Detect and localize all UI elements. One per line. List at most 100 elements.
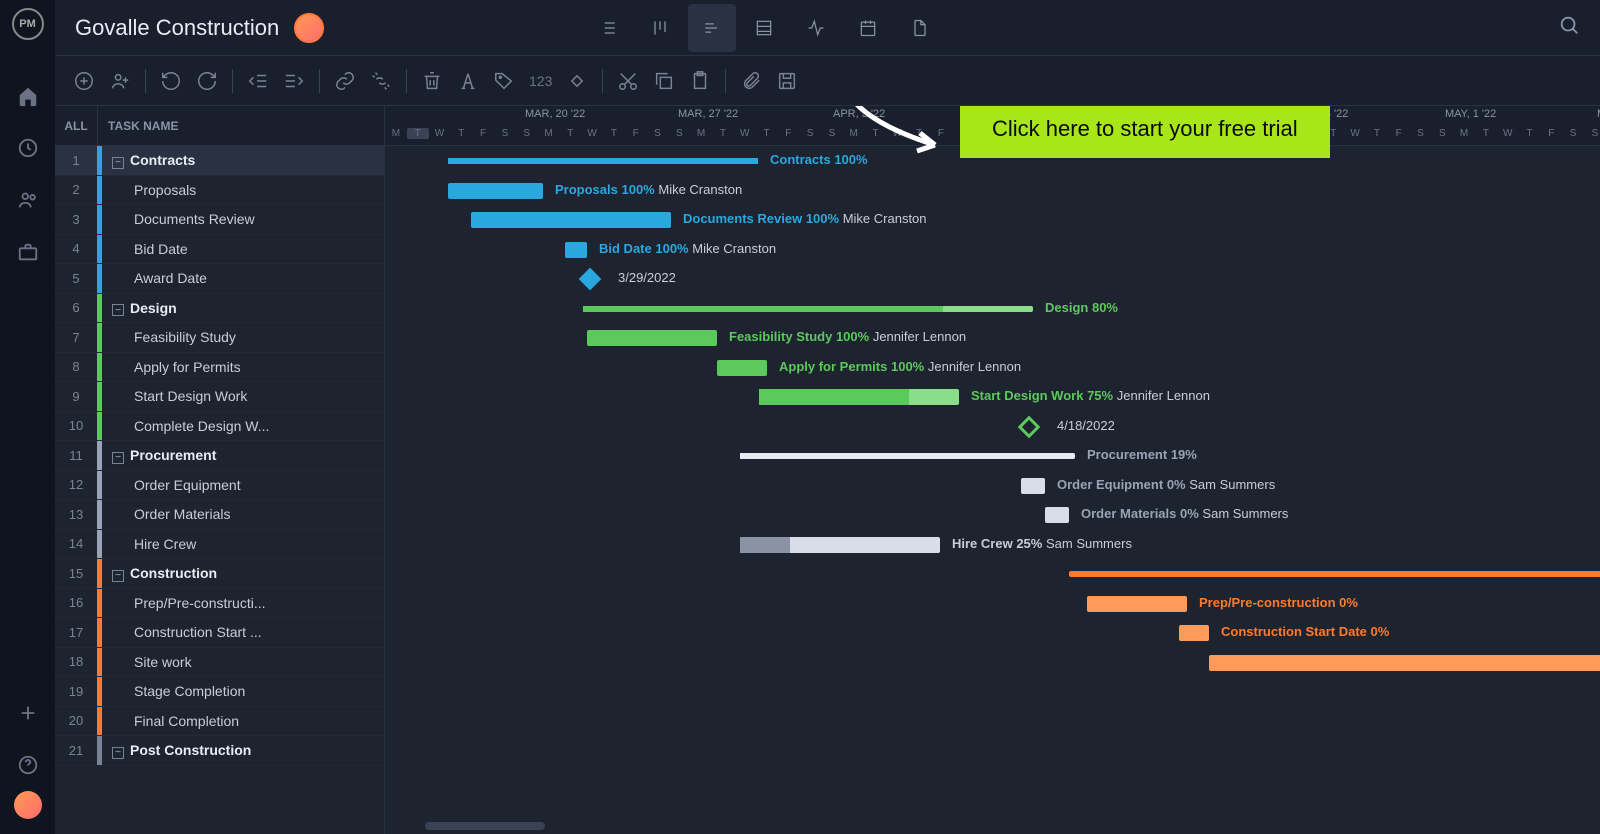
indent-icon[interactable] — [283, 70, 305, 92]
view-gantt[interactable] — [688, 4, 736, 52]
task-row[interactable]: 15 −Construction — [55, 559, 384, 589]
gantt-bar[interactable] — [1087, 596, 1187, 612]
unlink-icon[interactable] — [370, 70, 392, 92]
gantt-bar[interactable] — [759, 389, 959, 405]
paste-icon[interactable] — [689, 70, 711, 92]
column-all[interactable]: ALL — [55, 119, 97, 133]
gantt-bar[interactable] — [448, 183, 543, 199]
task-name: Prep/Pre-constructi... — [102, 595, 384, 611]
gantt-row — [385, 559, 1600, 589]
cta-banner[interactable]: Click here to start your free trial — [960, 106, 1330, 158]
app-logo[interactable]: PM — [12, 8, 44, 40]
horizontal-scrollbar[interactable] — [385, 822, 1600, 832]
attach-icon[interactable] — [740, 70, 762, 92]
gantt-row: Design 80% — [385, 294, 1600, 324]
gantt-bar[interactable] — [587, 330, 717, 346]
collapse-icon[interactable]: − — [112, 452, 124, 464]
plus-icon[interactable] — [17, 702, 39, 724]
gantt-bar[interactable] — [471, 212, 671, 228]
delete-icon[interactable] — [421, 70, 443, 92]
task-row[interactable]: 4 Bid Date — [55, 235, 384, 265]
view-sheet[interactable] — [740, 4, 788, 52]
gantt-bar-label: Bid Date 100% Mike Cranston — [599, 241, 776, 256]
gantt-bar[interactable] — [1021, 478, 1045, 494]
gantt-bar[interactable] — [740, 537, 940, 553]
row-number: 13 — [55, 507, 97, 522]
view-board[interactable] — [636, 4, 684, 52]
timeline-day: T — [908, 128, 930, 139]
view-activity[interactable] — [792, 4, 840, 52]
tag-icon[interactable] — [493, 70, 515, 92]
task-row[interactable]: 19 Stage Completion — [55, 677, 384, 707]
clock-icon[interactable] — [17, 137, 39, 159]
column-task-name[interactable]: TASK NAME — [97, 106, 178, 145]
milestone-icon[interactable] — [1018, 415, 1041, 438]
task-name: −Design — [102, 300, 384, 317]
task-row[interactable]: 11 −Procurement — [55, 441, 384, 471]
collapse-icon[interactable]: − — [112, 157, 124, 169]
gantt-bar[interactable] — [565, 242, 587, 258]
gantt-bar[interactable] — [1209, 655, 1600, 671]
number-format[interactable]: 123 — [529, 73, 552, 89]
task-row[interactable]: 13 Order Materials — [55, 500, 384, 530]
gantt-bar[interactable] — [583, 306, 1033, 312]
view-calendar[interactable] — [844, 4, 892, 52]
gantt-bar[interactable] — [740, 453, 1075, 459]
add-icon[interactable] — [73, 70, 95, 92]
view-list[interactable] — [584, 4, 632, 52]
copy-icon[interactable] — [653, 70, 675, 92]
help-icon[interactable] — [17, 754, 39, 776]
task-row[interactable]: 6 −Design — [55, 294, 384, 324]
task-row[interactable]: 17 Construction Start ... — [55, 618, 384, 648]
task-row[interactable]: 7 Feasibility Study — [55, 323, 384, 353]
save-icon[interactable] — [776, 70, 798, 92]
task-row[interactable]: 9 Start Design Work — [55, 382, 384, 412]
task-row[interactable]: 21 −Post Construction — [55, 736, 384, 766]
briefcase-icon[interactable] — [17, 241, 39, 263]
milestone-label: 4/18/2022 — [1057, 418, 1115, 433]
cut-icon[interactable] — [617, 70, 639, 92]
task-row[interactable]: 14 Hire Crew — [55, 530, 384, 560]
task-row[interactable]: 20 Final Completion — [55, 707, 384, 737]
milestone-icon[interactable] — [566, 70, 588, 92]
gantt-bar[interactable] — [1069, 571, 1600, 577]
collapse-icon[interactable]: − — [112, 304, 124, 316]
project-owner-avatar[interactable] — [294, 13, 324, 43]
task-row[interactable]: 8 Apply for Permits — [55, 353, 384, 383]
collapse-icon[interactable]: − — [112, 570, 124, 582]
undo-icon[interactable] — [160, 70, 182, 92]
gantt-bar[interactable] — [717, 360, 767, 376]
row-number: 5 — [55, 271, 97, 286]
home-icon[interactable] — [17, 85, 39, 107]
gantt-row: Construction Start Date 0% — [385, 618, 1600, 648]
text-icon[interactable] — [457, 70, 479, 92]
gantt-bar[interactable] — [1179, 625, 1209, 641]
people-icon[interactable] — [17, 189, 39, 211]
gantt-bar-label: Design 80% — [1045, 300, 1118, 315]
gantt-bar[interactable] — [1045, 507, 1069, 523]
search-button[interactable] — [1558, 14, 1580, 41]
link-icon[interactable] — [334, 70, 356, 92]
task-row[interactable]: 1 −Contracts — [55, 146, 384, 176]
task-name: Award Date — [102, 270, 384, 286]
task-row[interactable]: 12 Order Equipment — [55, 471, 384, 501]
task-name: Complete Design W... — [102, 418, 384, 434]
assign-icon[interactable] — [109, 70, 131, 92]
gantt-row — [385, 648, 1600, 678]
user-avatar[interactable] — [14, 791, 42, 819]
timeline-month: MAY, 1 '22 — [1445, 108, 1496, 120]
task-row[interactable]: 2 Proposals — [55, 176, 384, 206]
redo-icon[interactable] — [196, 70, 218, 92]
nav-sidebar: PM — [0, 0, 55, 834]
collapse-icon[interactable]: − — [112, 747, 124, 759]
task-row[interactable]: 10 Complete Design W... — [55, 412, 384, 442]
view-file[interactable] — [896, 4, 944, 52]
gantt-bar-label: Prep/Pre-construction 0% — [1199, 595, 1358, 610]
milestone-icon[interactable] — [579, 268, 602, 291]
gantt-bar[interactable] — [448, 158, 758, 164]
task-row[interactable]: 3 Documents Review — [55, 205, 384, 235]
task-row[interactable]: 16 Prep/Pre-constructi... — [55, 589, 384, 619]
task-row[interactable]: 5 Award Date — [55, 264, 384, 294]
task-row[interactable]: 18 Site work — [55, 648, 384, 678]
outdent-icon[interactable] — [247, 70, 269, 92]
